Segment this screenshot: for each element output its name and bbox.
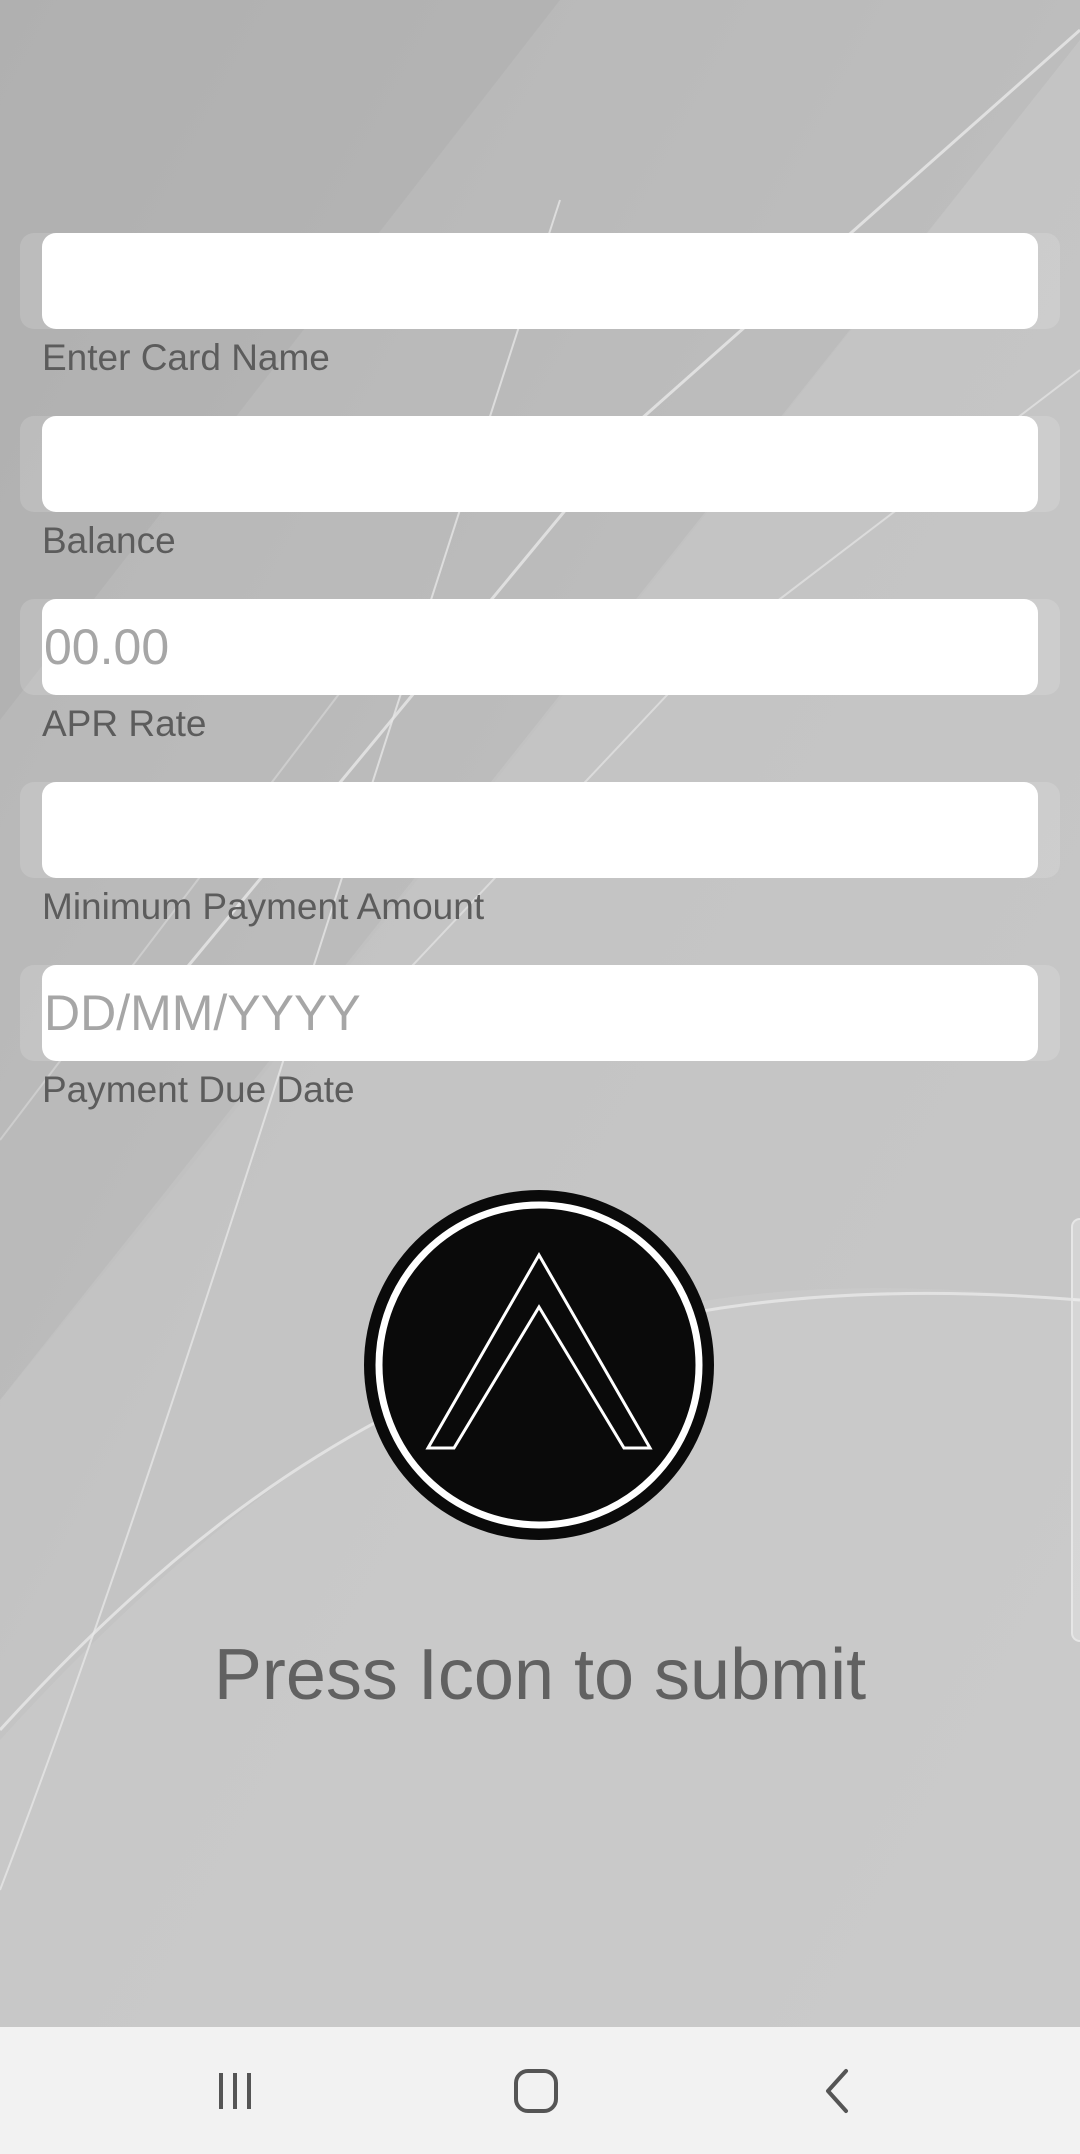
chevron-up-logo-icon [375,1201,703,1529]
system-navigation-bar [0,2027,1080,2154]
minimum-payment-input[interactable] [42,782,1038,878]
apr-rate-label: APR Rate [42,703,207,744]
minimum-payment-label: Minimum Payment Amount [42,886,485,927]
recents-icon [219,2072,251,2109]
card-name-label: Enter Card Name [42,337,330,378]
apr-rate-input[interactable] [42,599,1038,695]
home-icon [514,2068,558,2113]
card-name-input[interactable] [42,233,1038,329]
payment-due-date-label: Payment Due Date [42,1069,355,1110]
home-button[interactable] [466,2027,606,2154]
balance-input[interactable] [42,416,1038,512]
edge-panel-handle[interactable] [1071,1218,1080,1642]
submit-button[interactable] [364,1190,714,1540]
back-icon [826,2068,848,2113]
back-button[interactable] [768,2027,908,2154]
payment-due-date-input[interactable] [42,965,1038,1061]
balance-label: Balance [42,520,176,561]
recents-button[interactable] [165,2027,305,2154]
submit-instruction: Press Icon to submit [213,1635,867,1715]
